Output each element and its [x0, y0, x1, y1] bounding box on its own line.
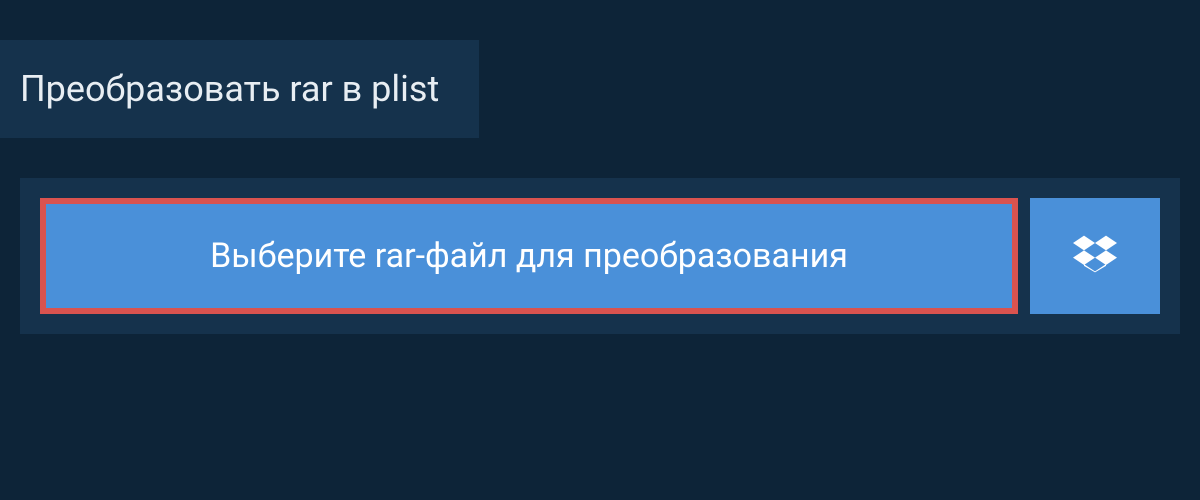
page-title: Преобразовать rar в plist: [20, 68, 439, 110]
select-file-button[interactable]: Выберите rar-файл для преобразования: [40, 198, 1018, 314]
header-bar: Преобразовать rar в plist: [0, 40, 479, 138]
select-file-label: Выберите rar-файл для преобразования: [210, 236, 848, 276]
dropbox-button[interactable]: [1030, 198, 1160, 314]
upload-section: Выберите rar-файл для преобразования: [20, 178, 1180, 334]
dropbox-icon: [1073, 232, 1117, 280]
